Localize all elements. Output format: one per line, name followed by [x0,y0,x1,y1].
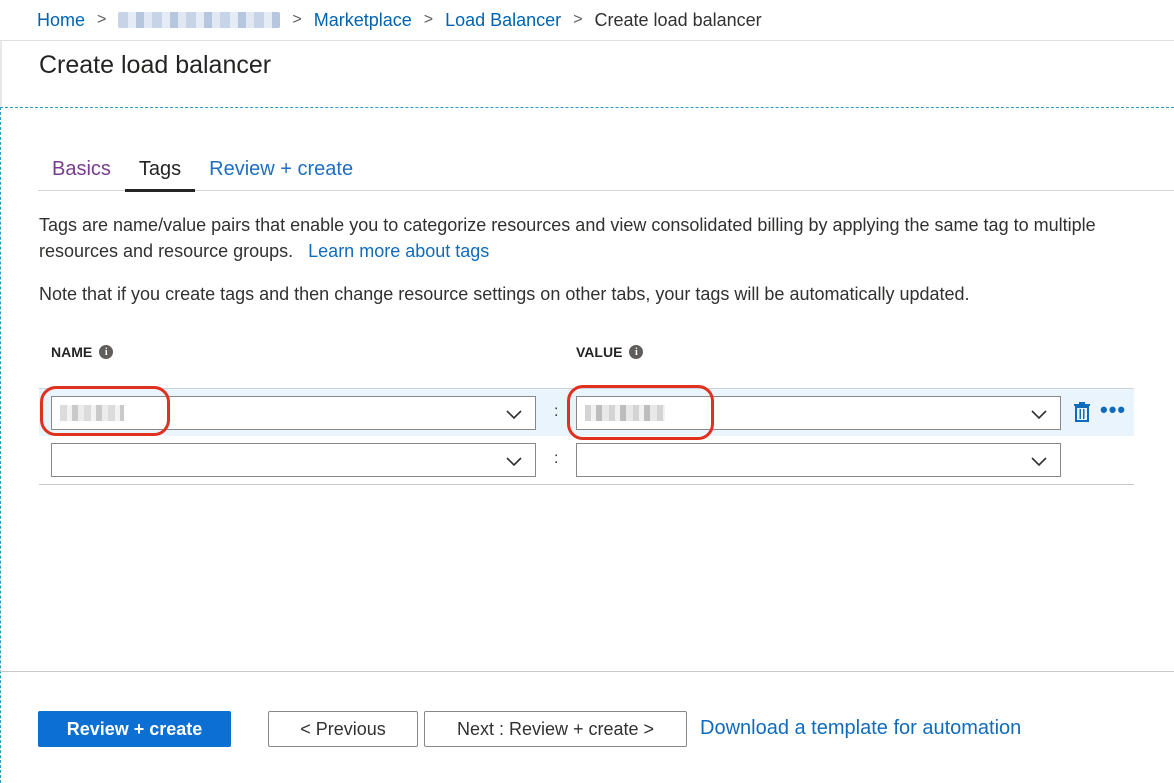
tag-value-combobox[interactable] [576,443,1061,477]
footer-bar: Review + create < Previous Next : Review… [0,671,1174,783]
breadcrumb-separator: > [423,11,434,28]
tag-name-combobox[interactable] [51,443,536,477]
tags-note: Note that if you create tags and then ch… [39,284,970,304]
tag-separator: : [554,403,559,420]
tag-name-value-redacted [60,405,124,421]
tags-description: Tags are name/value pairs that enable yo… [39,212,1119,264]
breadcrumb-separator: > [292,11,302,28]
download-template-link[interactable]: Download a template for automation [700,717,1021,740]
breadcrumb-separator: > [573,11,583,28]
breadcrumb-current: Create load balancer [594,9,762,30]
name-column-header: NAME i [51,344,114,360]
title-area: Create load balancer [0,41,1174,107]
tags-description-text: Tags are name/value pairs that enable yo… [39,215,1096,261]
tag-value-combobox[interactable] [576,396,1061,430]
tab-tags[interactable]: Tags [124,153,196,192]
tag-value-redacted [585,405,665,421]
value-column-label: VALUE [576,344,623,360]
breadcrumb-home[interactable]: Home [37,10,85,31]
breadcrumb-marketplace[interactable]: Marketplace [314,10,412,31]
breadcrumb-load-balancer[interactable]: Load Balancer [445,10,561,31]
breadcrumb-redacted-item[interactable] [118,12,281,28]
info-icon[interactable]: i [99,345,114,359]
previous-button[interactable]: < Previous [268,711,418,747]
tag-separator: : [554,450,559,467]
page-title: Create load balancer [39,51,272,79]
chevron-down-icon [506,457,522,467]
tag-name-combobox[interactable] [51,396,536,430]
chevron-down-icon [506,410,522,420]
review-create-button[interactable]: Review + create [38,711,231,747]
learn-more-tags-link[interactable]: Learn more about tags [308,241,489,261]
chevron-down-icon [1031,457,1047,467]
tab-basics[interactable]: Basics [38,153,125,191]
trash-icon[interactable] [1073,402,1091,422]
name-column-label: NAME [51,344,93,360]
tag-row: : [39,436,1134,485]
tag-row: : ••• [39,388,1134,436]
next-review-create-button[interactable]: Next : Review + create > [424,711,687,747]
more-options-icon[interactable]: ••• [1100,397,1126,423]
info-icon[interactable]: i [629,345,644,359]
tab-review-create[interactable]: Review + create [195,153,367,191]
breadcrumb: Home > > Marketplace > Load Balancer > C… [0,0,1174,41]
breadcrumb-separator: > [97,11,107,28]
tab-bar: Basics Tags Review + create [38,153,1174,192]
chevron-down-icon [1031,410,1047,420]
value-column-header: VALUE i [576,344,644,360]
